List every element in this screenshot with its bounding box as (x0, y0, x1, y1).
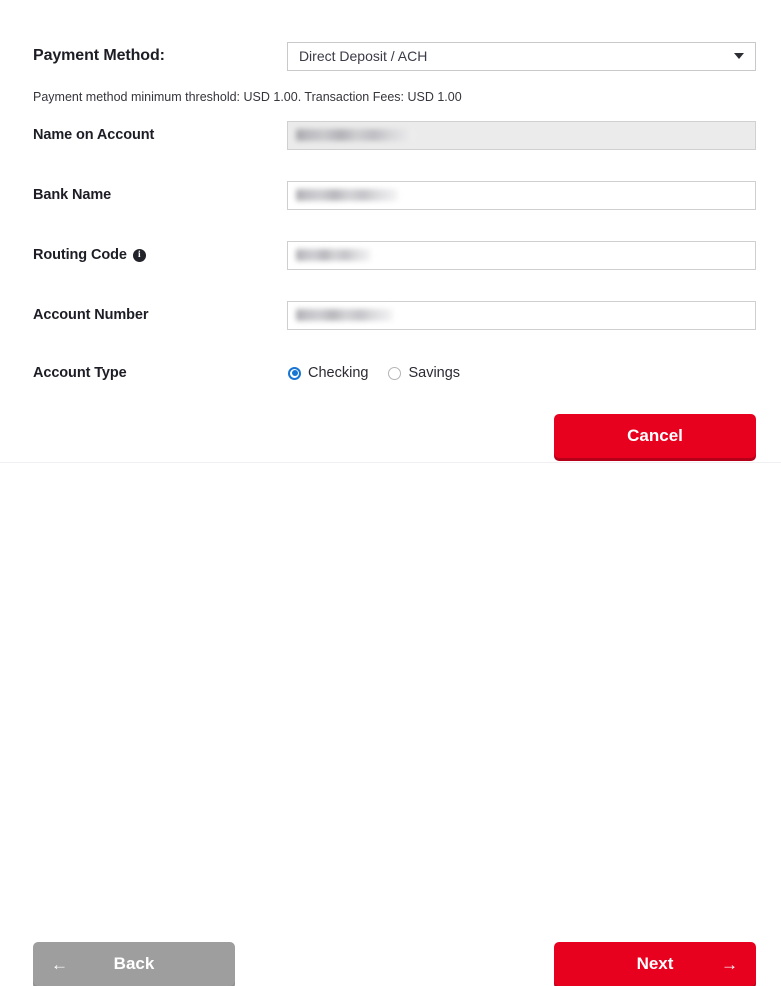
radio-checking[interactable]: Checking (288, 365, 368, 381)
redacted-value (295, 129, 414, 141)
name-on-account-label-cell: Name on Account (33, 127, 287, 143)
account-type-label: Account Type (33, 365, 127, 381)
next-button-label: Next (636, 954, 674, 973)
radio-savings[interactable]: Savings (388, 365, 460, 381)
cancel-button[interactable]: Cancel (554, 414, 756, 458)
cancel-button-label: Cancel (627, 426, 683, 445)
payment-method-select[interactable]: Direct Deposit / ACH (286, 41, 756, 71)
info-icon[interactable]: i (132, 248, 146, 262)
threshold-note: Payment method minimum threshold: USD 1.… (33, 90, 462, 104)
radio-savings-indicator[interactable] (388, 366, 402, 380)
radio-savings-label: Savings (408, 365, 461, 381)
next-button[interactable]: Next → (554, 942, 756, 986)
back-button-label: Back (113, 954, 155, 973)
bank-name-label-cell: Bank Name (33, 187, 287, 203)
redacted-value (295, 189, 398, 201)
payment-form: Payment Method: Direct Deposit / ACH Pay… (0, 0, 781, 462)
routing-code-row: Routing Code i (33, 240, 756, 270)
account-number-label-cell: Account Number (33, 307, 287, 323)
name-on-account-row: Name on Account (33, 120, 756, 150)
account-number-row: Account Number (33, 300, 756, 330)
bank-name-label: Bank Name (33, 187, 112, 203)
redacted-value (295, 249, 371, 261)
account-type-label-cell: Account Type (33, 365, 288, 381)
payment-method-label: Payment Method: (33, 47, 165, 64)
routing-code-label-cell: Routing Code i (33, 247, 287, 263)
account-number-input[interactable] (286, 300, 756, 330)
name-on-account-label: Name on Account (33, 127, 155, 143)
footer-bar: ← Back Next → (0, 463, 781, 986)
arrow-left-icon: ← (51, 954, 68, 974)
account-type-row: Account Type Checking Savings (33, 360, 756, 386)
bank-name-row: Bank Name (33, 180, 756, 210)
back-button[interactable]: ← Back (33, 942, 235, 986)
chevron-down-icon (734, 53, 744, 59)
account-number-label: Account Number (33, 307, 149, 323)
radio-checking-label: Checking (308, 365, 369, 381)
redacted-value (295, 309, 393, 321)
payment-method-page: Payment Method: Direct Deposit / ACH Pay… (0, 0, 781, 986)
bank-name-input[interactable] (286, 180, 756, 210)
payment-method-selected-value: Direct Deposit / ACH (298, 48, 428, 64)
payment-method-row: Payment Method: Direct Deposit / ACH (33, 41, 756, 71)
routing-code-label: Routing Code (33, 247, 127, 263)
radio-checking-indicator[interactable] (288, 366, 301, 380)
arrow-right-icon: → (721, 954, 738, 974)
account-type-radio-group: Checking Savings (288, 365, 480, 381)
routing-code-input[interactable] (286, 240, 756, 270)
name-on-account-input[interactable] (286, 120, 756, 150)
